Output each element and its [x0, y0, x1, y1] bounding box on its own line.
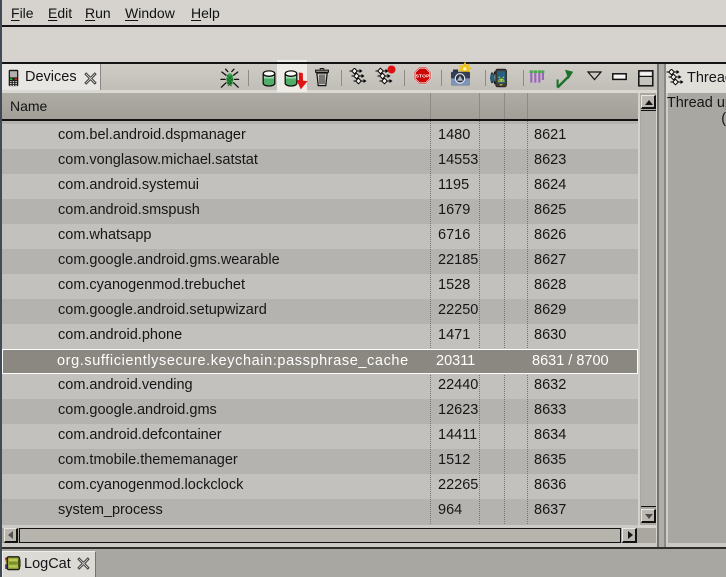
svg-text:STOP: STOP [416, 74, 431, 80]
